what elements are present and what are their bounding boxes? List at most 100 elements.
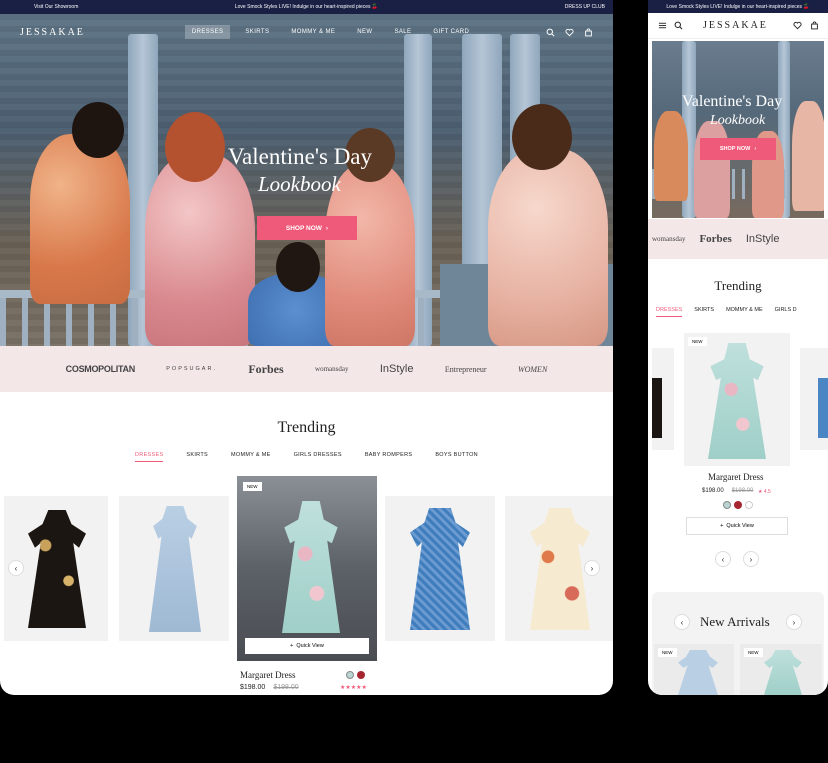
plus-icon: + (720, 523, 724, 529)
hero-title: Valentine's Day (228, 144, 373, 169)
product-name[interactable]: Margaret Dress (240, 670, 296, 680)
hero-title: Valentine's Day (682, 93, 783, 110)
product-image (410, 508, 470, 630)
product-name[interactable]: Margaret Dress (708, 472, 764, 482)
product-image (652, 378, 662, 438)
color-swatch[interactable] (734, 501, 742, 509)
hero-banner: Valentine's Day Lookbook SHOP NOW › (652, 41, 824, 218)
new-arrival-card[interactable]: NEW (654, 644, 734, 695)
dress-up-club-link[interactable]: DRESS UP CLUB (565, 4, 605, 10)
chevron-left-icon: ‹ (680, 617, 684, 627)
quick-view-button[interactable]: + Quick View (245, 638, 369, 654)
nav-item-sale[interactable]: SALE (387, 25, 418, 39)
model-figure (488, 149, 608, 346)
product-image (282, 501, 340, 633)
color-swatch[interactable] (346, 671, 354, 679)
tab-mommy-me[interactable]: MOMMY & ME (726, 307, 763, 317)
new-badge: NEW (243, 482, 262, 491)
product-price: $198.00 $198.00 (240, 684, 299, 691)
nav-item-mommy-me[interactable]: MOMMY & ME (284, 25, 342, 39)
current-price: $198.00 (702, 488, 724, 494)
quick-view-button[interactable]: + Quick View (686, 517, 788, 535)
new-badge: NEW (744, 648, 763, 657)
press-logo-instyle: InStyle (745, 233, 780, 245)
nav-item-new[interactable]: NEW (350, 25, 379, 39)
new-badge: NEW (688, 337, 707, 346)
chevron-right-icon: › (792, 617, 796, 627)
bag-icon[interactable] (809, 21, 819, 31)
hero-subtitle: Lookbook (258, 172, 341, 196)
color-swatch[interactable] (357, 671, 365, 679)
new-arrivals-prev-button[interactable]: ‹ (674, 614, 690, 630)
hero-subtitle: Lookbook (710, 113, 766, 128)
nav-item-dresses[interactable]: DRESSES (184, 25, 231, 39)
shop-now-button[interactable]: SHOP NOW › (257, 216, 357, 240)
product-image (530, 508, 590, 630)
new-arrivals-next-button[interactable]: › (786, 614, 802, 630)
model-figure (30, 134, 130, 304)
tab-dresses[interactable]: DRESSES (135, 452, 164, 462)
chevron-right-icon: › (754, 146, 757, 152)
quick-view-label: Quick View (726, 523, 754, 529)
main-nav: JESSAKAE DRESSES SKIRTS MOMMY & ME NEW S… (0, 14, 613, 50)
model-figure (654, 111, 688, 201)
desktop-view: Visit Our Showroom Love Smock Styles LIV… (0, 0, 613, 695)
trending-tabs: DRESSES SKIRTS MOMMY & ME GIRLS D (656, 307, 797, 317)
product-image (764, 650, 802, 695)
carousel-prev-button[interactable]: ‹ (8, 560, 24, 576)
carousel-next-button[interactable]: › (743, 551, 759, 567)
press-logo-entrepreneur: Entrepreneur (444, 364, 487, 374)
tab-girls-dresses[interactable]: GIRLS DRESSES (294, 452, 342, 462)
tab-skirts[interactable]: SKIRTS (694, 307, 714, 317)
product-card-partial[interactable] (652, 348, 674, 450)
brand-logo[interactable]: JESSAKAE (703, 20, 768, 31)
current-price: $198.00 (240, 684, 266, 691)
heart-icon[interactable] (564, 27, 574, 37)
search-icon[interactable] (545, 27, 555, 37)
carousel-prev-button[interactable]: ‹ (715, 551, 731, 567)
nav-item-gift-card[interactable]: GIFT CARD (426, 25, 476, 39)
nav-item-skirts[interactable]: SKIRTS (238, 25, 276, 39)
tab-skirts[interactable]: SKIRTS (186, 452, 208, 462)
showroom-link[interactable]: Visit Our Showroom (34, 4, 78, 10)
trending-title: Trending (277, 419, 336, 436)
press-logo-popsugar: POPSUGAR. (166, 366, 217, 372)
tab-girls-dresses[interactable]: GIRLS D (775, 307, 797, 317)
press-logo-forbes: Forbes (248, 361, 284, 376)
product-image (28, 510, 86, 628)
color-swatch[interactable] (745, 501, 753, 509)
product-card[interactable] (385, 496, 495, 641)
bag-icon[interactable] (583, 27, 593, 37)
menu-icon[interactable] (657, 21, 667, 31)
brand-logo[interactable]: JESSAKAE (20, 27, 85, 38)
shop-now-label: SHOP NOW (285, 224, 322, 232)
product-image (708, 343, 766, 459)
promo-bar: Visit Our Showroom Love Smock Styles LIV… (0, 0, 613, 14)
product-card-partial[interactable] (800, 348, 828, 450)
plus-icon: + (290, 643, 294, 649)
star-rating: ★ 4.5 (758, 489, 771, 495)
old-price: $198.00 (731, 488, 754, 494)
new-arrival-card[interactable]: NEW (740, 644, 822, 695)
carousel-next-button[interactable]: › (584, 560, 600, 576)
product-card-featured[interactable]: NEW + Quick View (237, 476, 377, 661)
tab-dresses[interactable]: DRESSES (656, 307, 683, 317)
product-carousel: NEW + Quick View Margaret Dress $198.00 $… (0, 476, 613, 695)
nav-icons (545, 27, 593, 37)
product-card[interactable] (119, 496, 229, 641)
trending-title: Trending (714, 278, 762, 293)
chevron-left-icon: ‹ (14, 563, 18, 573)
model-figure (792, 101, 824, 211)
chevron-right-icon: › (749, 554, 753, 564)
search-icon[interactable] (673, 21, 683, 31)
nav-icons (792, 21, 819, 31)
tab-boys-button[interactable]: BOYS BUTTON (435, 452, 478, 462)
product-card[interactable]: NEW (684, 333, 790, 466)
heart-icon[interactable] (792, 21, 802, 31)
product-price: $198.00 $198.00 (702, 488, 753, 494)
quick-view-label: Quick View (296, 643, 324, 649)
color-swatch[interactable] (723, 501, 731, 509)
tab-baby-rompers[interactable]: BABY ROMPERS (365, 452, 413, 462)
tab-mommy-me[interactable]: MOMMY & ME (231, 452, 271, 462)
shop-now-button[interactable]: SHOP NOW › (700, 138, 776, 160)
